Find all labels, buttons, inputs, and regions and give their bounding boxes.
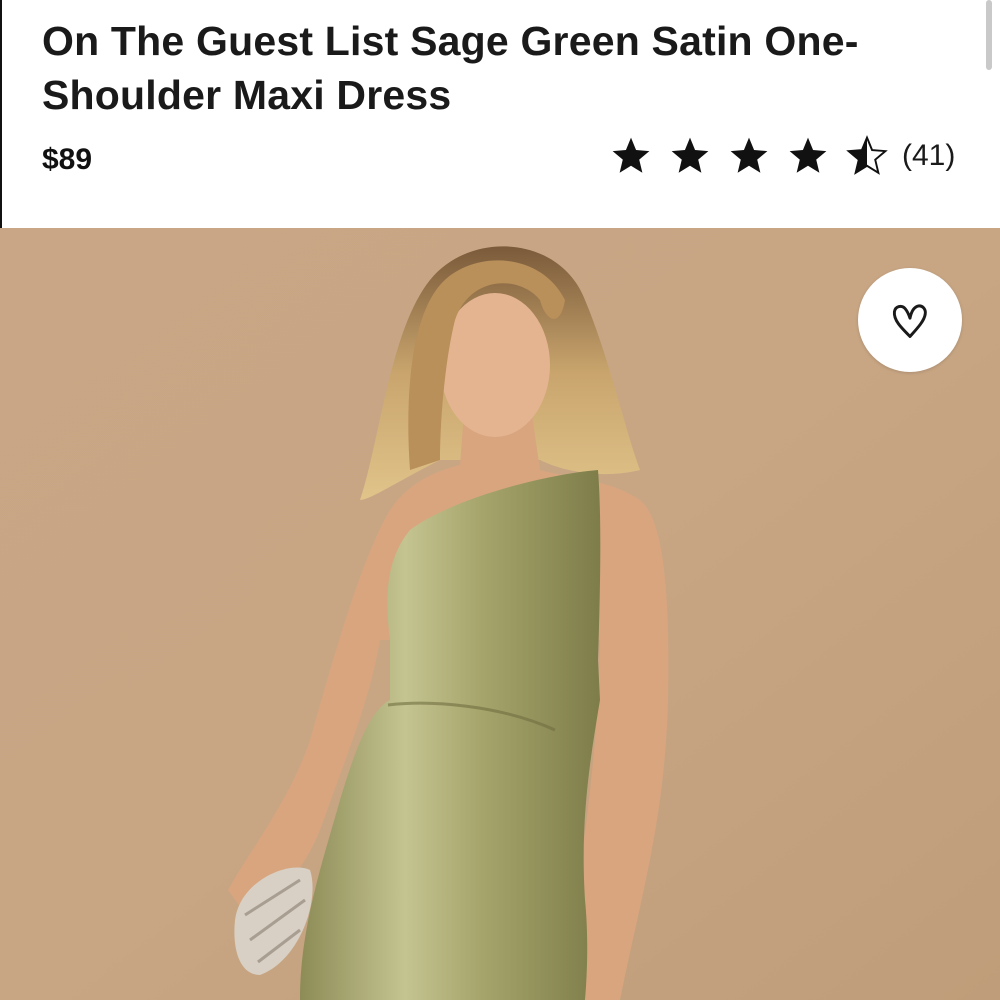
product-header: On The Guest List Sage Green Satin One-S…	[0, 0, 1000, 228]
model-photo	[0, 228, 1000, 1000]
star-icon	[730, 137, 768, 173]
favorite-button[interactable]	[858, 268, 962, 372]
half-star-icon	[846, 135, 888, 175]
star-icon	[789, 137, 827, 173]
product-title: On The Guest List Sage Green Satin One-S…	[42, 18, 859, 118]
product-price: $89	[42, 143, 93, 176]
product-rating[interactable]: (41)	[610, 132, 955, 180]
star-icon	[612, 137, 650, 173]
review-count[interactable]: (41)	[902, 136, 955, 176]
product-image[interactable]	[0, 228, 1000, 1000]
star-icon	[671, 137, 709, 173]
heart-icon	[892, 304, 927, 338]
scrollbar[interactable]	[986, 0, 992, 70]
